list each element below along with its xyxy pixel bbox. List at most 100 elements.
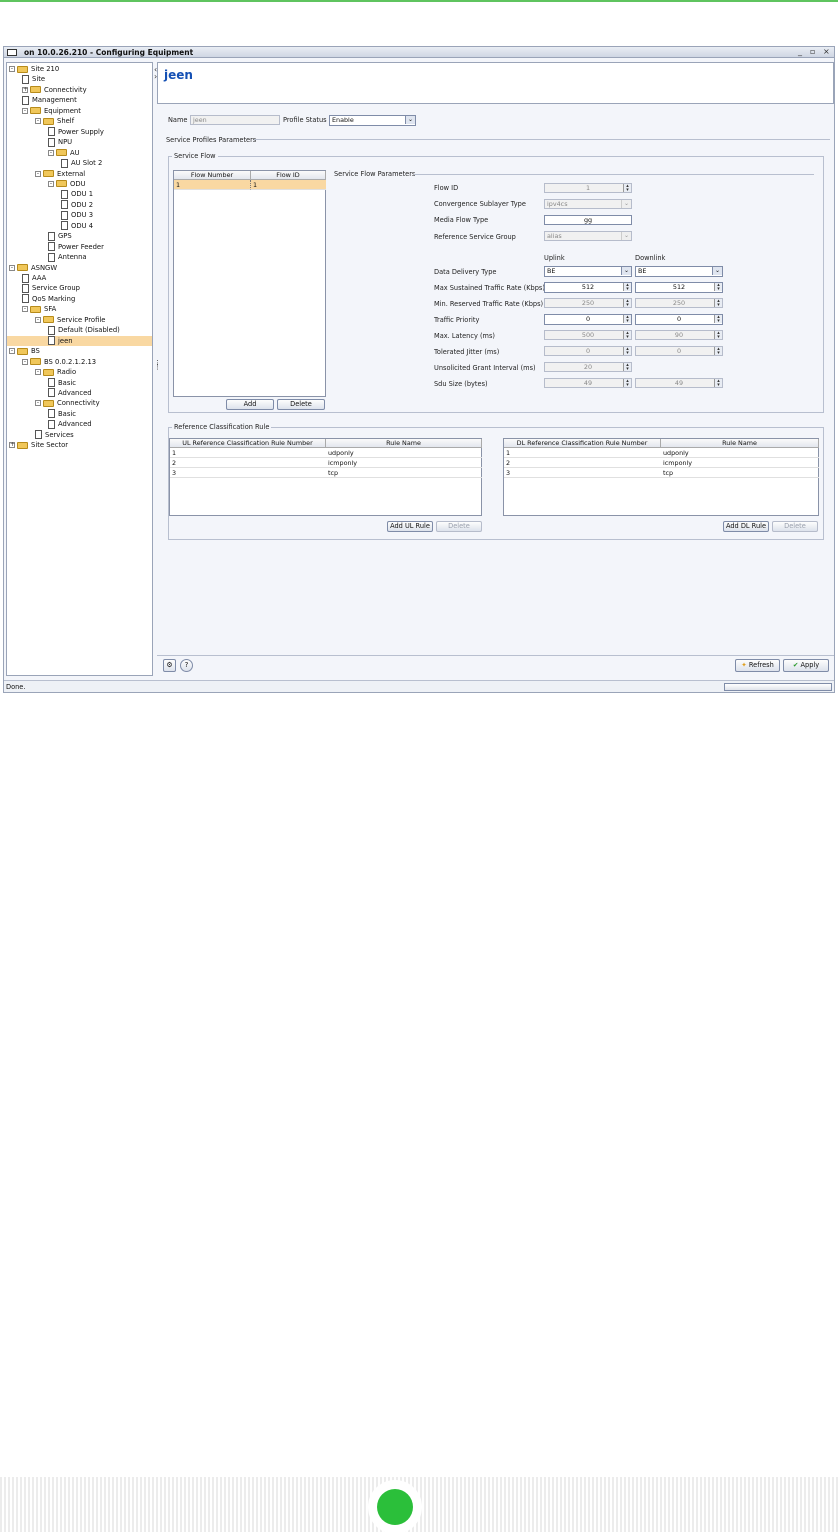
collapse-icon[interactable]: - <box>35 118 41 125</box>
spinner-icon[interactable]: ▴ ▾ <box>714 379 722 388</box>
tree-item-connectivity[interactable]: + Connectivity <box>22 85 87 95</box>
tree-item-default-disabled[interactable]: Default (Disabled) <box>48 325 120 335</box>
collapse-icon[interactable]: - <box>35 369 41 376</box>
ul-rule-number-cell[interactable]: 2 <box>170 458 326 468</box>
apply-button[interactable]: ✔ Apply <box>783 659 829 672</box>
sdu-uplink-input[interactable]: 49 ▴ ▾ <box>544 378 632 388</box>
collapse-icon[interactable]: - <box>9 264 15 271</box>
latency-uplink-input[interactable]: 500 ▴ ▾ <box>544 330 632 340</box>
dl-rule-number-cell[interactable]: 3 <box>504 468 661 478</box>
dl-rule-name-header[interactable]: Rule Name <box>661 439 819 448</box>
tree-item-basic[interactable]: Basic <box>48 409 76 419</box>
ul-rule-name-header[interactable]: Rule Name <box>326 439 482 448</box>
dl-rule-number-cell[interactable]: 2 <box>504 458 661 468</box>
spinner-icon[interactable]: ▴ ▾ <box>623 184 631 193</box>
chevron-down-icon[interactable]: ⌄ <box>405 116 415 124</box>
collapse-icon[interactable]: - <box>48 180 54 187</box>
tree-item-power-feeder[interactable]: Power Feeder <box>48 242 104 252</box>
dl-rule-number-cell[interactable]: 1 <box>504 448 661 458</box>
tree-item-odu[interactable]: - ODU <box>48 179 86 189</box>
tree-item-management[interactable]: Management <box>22 95 77 105</box>
tree-item-site[interactable]: Site <box>22 74 45 84</box>
collapse-icon[interactable]: - <box>22 107 28 114</box>
latency-downlink-input[interactable]: 90 ▴ ▾ <box>635 330 723 340</box>
spinner-icon[interactable]: ▴ ▾ <box>623 299 631 308</box>
refresh-button[interactable]: ✦ Refresh <box>735 659 780 672</box>
tree-item-radio[interactable]: - Radio <box>35 367 76 377</box>
chevron-down-icon[interactable]: ⌄ <box>621 232 631 240</box>
ul-rule-number-cell[interactable]: 1 <box>170 448 326 458</box>
name-input[interactable]: jeen <box>190 115 280 125</box>
spinner-icon[interactable]: ▴ ▾ <box>714 315 722 324</box>
tp-uplink-input[interactable]: 0 ▴ ▾ <box>544 314 632 325</box>
spinner-icon[interactable]: ▴ ▾ <box>623 283 631 292</box>
profile-status-select[interactable]: Enable ⌄ <box>329 115 416 126</box>
tree-item-gps[interactable]: GPS <box>48 231 72 241</box>
tree-item-site-210[interactable]: - Site 210 <box>9 64 59 74</box>
tree-item-service-profile[interactable]: - Service Profile <box>35 315 105 325</box>
tree-item-au-slot-2[interactable]: AU Slot 2 <box>61 158 102 168</box>
tree-item-external[interactable]: - External <box>35 169 85 179</box>
add-ul-rule-button[interactable]: Add UL Rule <box>387 521 433 532</box>
rsg-select[interactable]: alias ⌄ <box>544 231 632 241</box>
sdu-downlink-input[interactable]: 49 ▴ ▾ <box>635 378 723 388</box>
spinner-icon[interactable]: ▴ ▾ <box>714 283 722 292</box>
dl-rule-number-header[interactable]: DL Reference Classification Rule Number <box>504 439 661 448</box>
flow-id-input[interactable]: 1 ▴ ▾ <box>544 183 632 193</box>
tree-item-services[interactable]: Services <box>35 430 74 440</box>
dl-rule-name-cell[interactable]: tcp <box>661 468 819 478</box>
jitter-downlink-input[interactable]: 0 ▴ ▾ <box>635 346 723 356</box>
mrtr-downlink-input[interactable]: 250 ▴ ▾ <box>635 298 723 308</box>
tree-item-sfa[interactable]: - SFA <box>22 304 56 314</box>
delete-flow-button[interactable]: Delete <box>277 399 325 410</box>
collapse-icon[interactable]: - <box>35 316 41 323</box>
grip-icon[interactable]: ⋮ ⋮ <box>154 360 161 371</box>
spinner-icon[interactable]: ▴ ▾ <box>623 331 631 340</box>
collapse-icon[interactable]: - <box>9 66 15 72</box>
tree-item-asngw[interactable]: - ASNGW <box>9 263 57 273</box>
spinner-icon[interactable]: ▴ ▾ <box>714 299 722 308</box>
tree-item-bs[interactable]: - BS <box>9 346 40 356</box>
tree-item-antenna[interactable]: Antenna <box>48 252 87 262</box>
collapse-icon[interactable]: - <box>35 400 41 407</box>
collapse-icon[interactable]: - <box>48 149 54 156</box>
tree-item-odu-2[interactable]: ODU 2 <box>61 200 93 210</box>
tree-item-advanced[interactable]: Advanced <box>48 388 92 398</box>
tool-icon[interactable]: ⚙ <box>163 659 176 672</box>
mrtr-uplink-input[interactable]: 250 ▴ ▾ <box>544 298 632 308</box>
tree-item-basic[interactable]: Basic <box>48 378 76 388</box>
collapse-icon[interactable]: - <box>22 358 28 365</box>
tree-item-jeen[interactable]: jeen <box>7 335 152 346</box>
chevron-down-icon[interactable]: ⌄ <box>621 267 631 275</box>
delete-dl-rule-button[interactable]: Delete <box>772 521 818 532</box>
add-dl-rule-button[interactable]: Add DL Rule <box>723 521 769 532</box>
spinner-icon[interactable]: ▴ ▾ <box>623 379 631 388</box>
collapse-icon[interactable]: - <box>35 170 41 177</box>
tree-item-site-sector[interactable]: + Site Sector <box>9 440 68 450</box>
cs-type-select[interactable]: ipv4cs ⌄ <box>544 199 632 209</box>
ddt-uplink-select[interactable]: BE ⌄ <box>544 266 632 277</box>
ul-rule-number-cell[interactable]: 3 <box>170 468 326 478</box>
spinner-icon[interactable]: ▴ ▾ <box>714 331 722 340</box>
mstr-downlink-input[interactable]: 512 ▴ ▾ <box>635 282 723 293</box>
tree-item-aaa[interactable]: AAA <box>22 273 46 283</box>
restore-icon[interactable]: ▫ <box>810 47 815 56</box>
dl-rule-name-cell[interactable]: icmponly <box>661 458 819 468</box>
add-flow-button[interactable]: Add <box>226 399 274 410</box>
ul-rule-name-cell[interactable]: tcp <box>326 468 482 478</box>
splitter[interactable]: ‹ › ⋮ ⋮ <box>154 63 161 677</box>
tree-item-au[interactable]: - AU <box>48 148 80 158</box>
spinner-icon[interactable]: ▴ ▾ <box>623 315 631 324</box>
media-flow-input[interactable]: gg <box>544 215 632 225</box>
expand-icon[interactable]: + <box>22 86 28 93</box>
chevron-down-icon[interactable]: ⌄ <box>621 200 631 208</box>
tree-item-connectivity[interactable]: - Connectivity <box>35 398 100 408</box>
spinner-icon[interactable]: ▴ ▾ <box>623 347 631 356</box>
ddt-downlink-select[interactable]: BE ⌄ <box>635 266 723 277</box>
ul-rule-name-cell[interactable]: udponly <box>326 448 482 458</box>
tree-item-odu-1[interactable]: ODU 1 <box>61 189 93 199</box>
close-icon[interactable]: × <box>823 47 830 56</box>
tree-item-shelf[interactable]: - Shelf <box>35 116 74 126</box>
chevron-down-icon[interactable]: ⌄ <box>712 267 722 275</box>
help-icon[interactable]: ? <box>180 659 193 672</box>
